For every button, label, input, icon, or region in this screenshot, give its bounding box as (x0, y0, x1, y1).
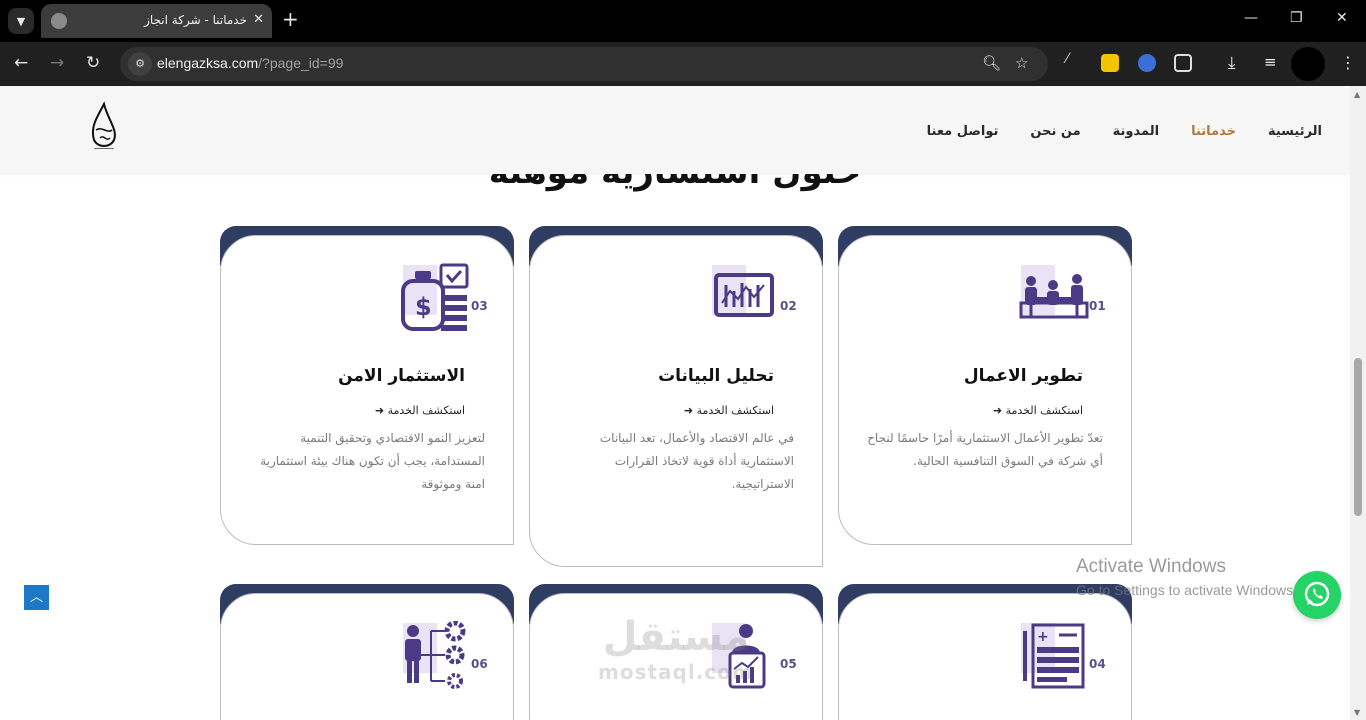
service-card[interactable]: 01 تطوير الاعمال استكشف الخدمة ➜ تعدّ تط… (838, 226, 1132, 546)
scroll-thumb[interactable] (1354, 358, 1362, 516)
card-number: 05 (780, 657, 797, 671)
tab-search-chevron-icon[interactable]: ▼ (8, 8, 34, 34)
page-scrollbar[interactable]: ▲ ▼ (1350, 86, 1366, 720)
site-header: ━━━━━━━━ الرئيسية خدماتنا المدونة من نحن… (0, 86, 1350, 174)
arrow-left-icon: ➜ (374, 404, 385, 417)
card-body: 02 تحليل البيانات استكشف الخدمة ➜ في عال… (529, 235, 823, 567)
card-body: 06 (220, 593, 514, 720)
business-meeting-icon (1019, 265, 1089, 319)
back-arrow-icon[interactable]: ← (14, 53, 28, 73)
profile-avatar[interactable] (1291, 47, 1325, 81)
menu-item-services[interactable]: خدماتنا (1191, 124, 1236, 139)
card-title: تحليل البيانات (658, 366, 774, 386)
svg-text:+: + (1037, 629, 1049, 645)
card-number: 02 (780, 299, 797, 313)
windows-activation-notice: Activate Windows Go to Settings to activ… (1076, 556, 1297, 598)
media-control-icon[interactable]: ≡ (1264, 53, 1277, 71)
address-bar[interactable]: ⚙ elengazksa.com/?page_id=99 🔍︎ ☆ (120, 47, 1048, 81)
card-title: الاستثمار الامن (338, 366, 465, 386)
menu-item-contact[interactable]: تواصل معنا (927, 124, 999, 139)
service-card[interactable]: + 04 (838, 584, 1132, 720)
bookmark-star-icon[interactable]: ☆ (1015, 54, 1028, 72)
extension-yellow-icon[interactable] (1101, 54, 1119, 72)
data-analysis-chart-icon (712, 265, 774, 317)
close-tab-icon[interactable]: ✕ (253, 12, 264, 27)
scroll-down-icon[interactable]: ▼ (1354, 708, 1360, 717)
back-to-top-button[interactable]: ︿ (24, 585, 49, 610)
reload-icon[interactable]: ↻ (86, 53, 100, 73)
browser-tab-bar: ▼ خدماتنا - شركة انجاز ✕ + — ❐ ✕ (0, 0, 1366, 42)
scroll-up-icon[interactable]: ▲ (1354, 90, 1360, 99)
new-tab-icon[interactable]: + (282, 9, 299, 29)
card-body: 01 تطوير الاعمال استكشف الخدمة ➜ تعدّ تط… (838, 235, 1132, 545)
svg-text:$: $ (415, 293, 432, 321)
money-bag-secure-icon: $ (401, 263, 469, 331)
card-description: تعدّ تطوير الأعمال الاستثمارية أمرًا حاس… (867, 431, 1103, 468)
minimize-icon[interactable]: — (1244, 10, 1258, 26)
card-body: $ 03 الاستثمار الامن استكشف الخدمة ➜ لتع… (220, 235, 514, 545)
arrow-left-icon: ➜ (683, 404, 694, 417)
download-icon[interactable]: ⤓ (1228, 53, 1236, 73)
web-page: حلول استشارية مؤهلة ━━━━━━━━ الرئيسية خد… (0, 86, 1350, 720)
pen-extension-icon[interactable]: ⁄ (1066, 51, 1084, 69)
service-card[interactable]: 06 (220, 584, 514, 720)
card-description: في عالم الاقتصاد والأعمال، تعد البيانات … (599, 431, 794, 491)
card-number: 04 (1089, 657, 1106, 671)
whatsapp-icon (1304, 581, 1330, 607)
extensions-puzzle-icon[interactable] (1174, 54, 1192, 72)
menu-item-home[interactable]: الرئيسية (1268, 124, 1322, 139)
businessman-gears-icon (403, 621, 466, 689)
arrow-left-icon: ➜ (992, 404, 1003, 417)
browser-menu-icon[interactable]: ⋮ (1340, 53, 1356, 72)
restore-icon[interactable]: ❐ (1290, 10, 1303, 26)
card-number: 06 (471, 657, 488, 671)
browser-toolbar: ← → ↻ ⚙ elengazksa.com/?page_id=99 🔍︎ ☆ … (0, 42, 1366, 86)
url-text: elengazksa.com/?page_id=99 (157, 55, 344, 71)
site-info-icon[interactable]: ⚙ (128, 52, 152, 76)
chevron-up-icon: ︿ (29, 590, 43, 605)
logo-caption: ━━━━━━━━ (94, 146, 114, 151)
menu-item-about[interactable]: من نحن (1030, 124, 1080, 139)
whatsapp-button[interactable] (1293, 571, 1341, 619)
card-description: لتعزيز النمو الاقتصادي وتحقيق التنمية ال… (260, 431, 485, 491)
close-window-icon[interactable]: ✕ (1336, 10, 1348, 26)
card-title: تطوير الاعمال (963, 366, 1083, 386)
menu-item-blog[interactable]: المدونة (1113, 124, 1159, 139)
tab-title: خدماتنا - شركة انجاز (144, 13, 247, 27)
mostaql-watermark: مستقل mostaql.com (598, 614, 754, 684)
globe-icon (51, 13, 67, 29)
service-card[interactable]: 02 تحليل البيانات استكشف الخدمة ➜ في عال… (529, 226, 823, 568)
explore-service-link[interactable]: استكشف الخدمة ➜ (684, 404, 774, 417)
browser-tab[interactable]: خدماتنا - شركة انجاز ✕ (41, 4, 272, 38)
main-menu: الرئيسية خدماتنا المدونة من نحن تواصل مع… (927, 124, 1322, 139)
card-body: + 04 (838, 593, 1132, 720)
forward-arrow-icon[interactable]: → (50, 53, 64, 73)
service-card[interactable]: $ 03 الاستثمار الامن استكشف الخدمة ➜ لتع… (220, 226, 514, 546)
document-report-icon: + (1021, 623, 1085, 689)
wordpress-extension-icon[interactable] (1138, 54, 1156, 72)
card-number: 03 (471, 299, 488, 313)
explore-service-link[interactable]: استكشف الخدمة ➜ (375, 404, 465, 417)
card-number: 01 (1089, 299, 1106, 313)
explore-service-link[interactable]: استكشف الخدمة ➜ (993, 404, 1083, 417)
zoom-icon[interactable]: 🔍︎ (982, 54, 1001, 72)
